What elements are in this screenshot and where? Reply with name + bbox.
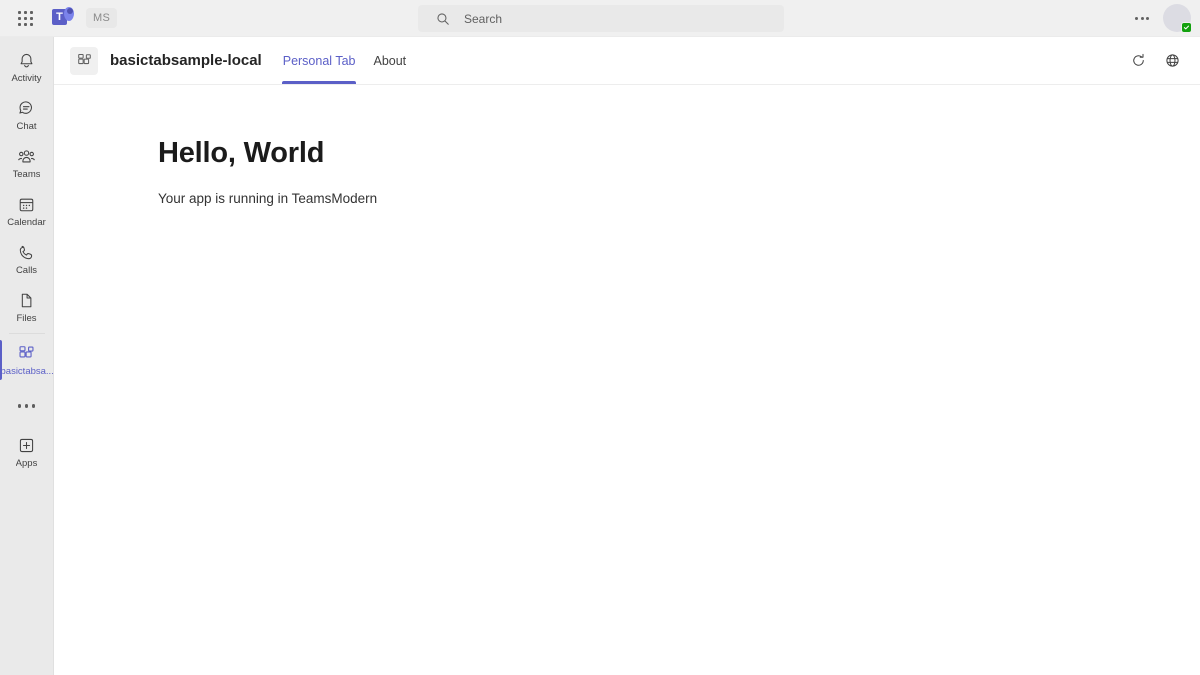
top-bar-right <box>1127 3 1200 33</box>
waffle-dot <box>29 16 33 20</box>
tab-app-icon <box>17 344 36 364</box>
sidebar-item-chat[interactable]: Chat <box>0 91 54 139</box>
app-header: basictabsample-local Personal Tab About <box>54 37 1200 85</box>
sidebar-item-label: Calendar <box>7 216 46 228</box>
tab-bar: Personal Tab About <box>274 37 415 84</box>
sidebar-item-files[interactable]: Files <box>0 283 54 331</box>
sidebar-item-label: basictabsa... <box>0 365 53 377</box>
sidebar-item-label: Teams <box>12 168 41 180</box>
more-options-icon[interactable] <box>1127 3 1157 33</box>
sidebar-item-activity[interactable]: Activity <box>0 43 54 91</box>
search-icon <box>436 12 450 26</box>
header-actions <box>1124 47 1186 75</box>
search-bar[interactable]: Search <box>418 5 784 32</box>
hello-world-heading: Hello, World <box>158 137 325 169</box>
dot <box>1146 16 1149 20</box>
phone-icon <box>17 243 36 263</box>
sidebar-item-label: Chat <box>16 120 37 132</box>
tab-content: Hello, World Your app is running in Team… <box>54 85 1200 675</box>
teams-logo-icon[interactable]: T <box>52 7 74 29</box>
sidebar-item-calls[interactable]: Calls <box>0 235 54 283</box>
waffle-grid-icon[interactable] <box>11 4 39 32</box>
sidebar-item-calendar[interactable]: Calendar <box>0 187 54 235</box>
window-body: Activity Chat Teams Calendar Calls Files… <box>0 37 1200 675</box>
dot <box>31 404 36 408</box>
waffle-dot <box>23 16 27 20</box>
search-input[interactable]: Search <box>418 5 784 32</box>
dot <box>17 404 22 408</box>
rail-more-apps-icon[interactable] <box>0 384 54 428</box>
top-bar: T MS Search <box>0 0 1200 37</box>
file-icon <box>17 291 36 311</box>
avatar[interactable] <box>1163 4 1192 33</box>
sidebar-item-label: Activity <box>11 72 42 84</box>
app-rail: Activity Chat Teams Calendar Calls Files… <box>0 37 54 675</box>
running-in-text: Your app is running in TeamsModern <box>158 191 378 206</box>
tenant-badge[interactable]: MS <box>86 8 118 28</box>
dot <box>1140 16 1144 20</box>
sidebar-item-label: Apps <box>15 457 38 469</box>
dot <box>1135 16 1138 20</box>
content-area: basictabsample-local Personal Tab About <box>54 37 1200 675</box>
tab-personal-tab[interactable]: Personal Tab <box>274 37 365 84</box>
sidebar-item-label: Calls <box>15 264 38 276</box>
waffle-dot <box>29 10 33 14</box>
page-title: basictabsample-local <box>110 52 262 69</box>
search-placeholder: Search <box>464 11 503 26</box>
plus-square-icon <box>17 436 36 456</box>
tab-app-icon <box>70 46 98 75</box>
globe-icon[interactable] <box>1158 47 1186 75</box>
sidebar-item-apps[interactable]: Apps <box>0 428 54 476</box>
tab-about[interactable]: About <box>364 37 415 84</box>
waffle-dot <box>17 10 21 14</box>
refresh-icon[interactable] <box>1124 47 1152 75</box>
presence-available-icon <box>1181 22 1192 33</box>
teams-logo-head <box>67 8 73 14</box>
waffle-dot <box>23 22 27 26</box>
sidebar-item-teams[interactable]: Teams <box>0 139 54 187</box>
teams-window: T MS Search Activity Chat Teams Calendar… <box>0 0 1200 675</box>
waffle-dot <box>17 22 21 26</box>
rail-divider <box>8 333 45 334</box>
bell-icon <box>17 51 36 71</box>
chat-bubble-icon <box>17 99 36 119</box>
dot <box>24 404 29 408</box>
waffle-dot <box>17 16 21 20</box>
sidebar-item-label: Files <box>16 312 37 324</box>
sidebar-item-basictabsample[interactable]: basictabsa... <box>0 336 54 384</box>
waffle-dot <box>23 10 27 14</box>
waffle-dot <box>29 22 33 26</box>
calendar-icon <box>17 195 36 215</box>
people-icon <box>16 147 37 167</box>
